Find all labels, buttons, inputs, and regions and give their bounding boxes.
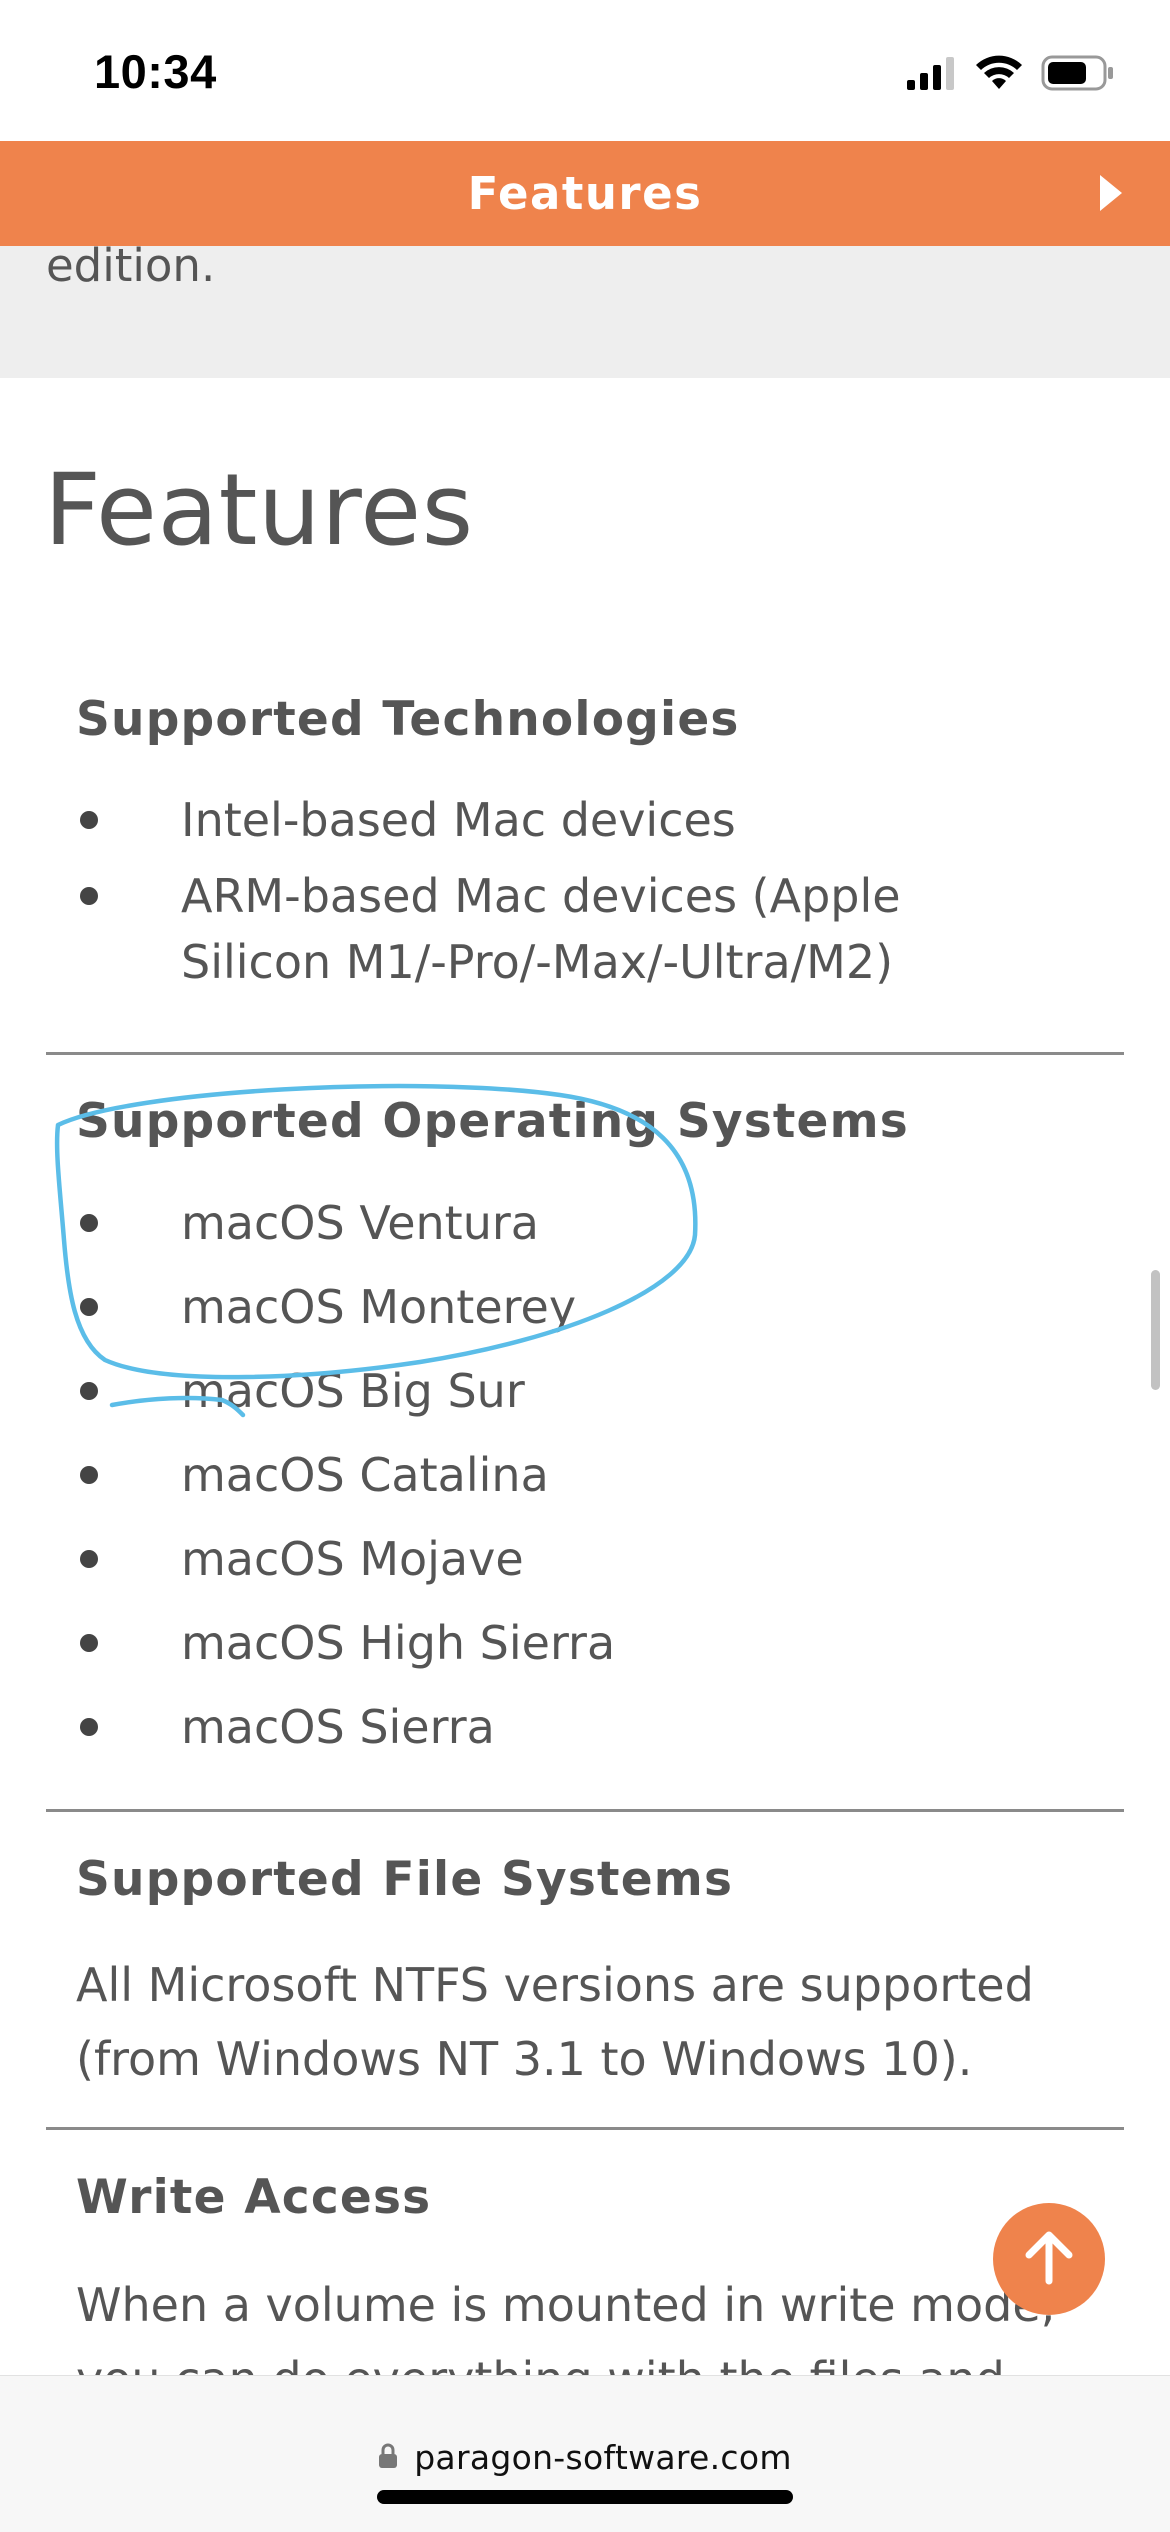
list-item: macOS Monterey xyxy=(76,1274,1076,1340)
bullet-icon xyxy=(80,1550,98,1568)
page: 10:34 Features edition. Features Support… xyxy=(0,0,1170,2532)
bullet-icon xyxy=(80,1214,98,1232)
sticky-header-title: Features xyxy=(467,167,703,220)
section-heading-write-access: Write Access xyxy=(76,2170,432,2225)
home-indicator[interactable] xyxy=(377,2490,793,2504)
list-item: macOS Mojave xyxy=(76,1526,1076,1592)
address-bar-content[interactable]: paragon-software.com xyxy=(0,2438,1170,2477)
arrow-up-icon xyxy=(1017,2225,1081,2293)
section-heading-technologies: Supported Technologies xyxy=(76,692,740,747)
lock-icon xyxy=(378,2443,398,2473)
list-item-text: ARM-based Mac devices (Apple Silicon M1/… xyxy=(181,869,901,989)
section-divider xyxy=(46,1052,1124,1055)
browser-address-bar[interactable]: paragon-software.com xyxy=(0,2375,1170,2532)
list-item: macOS Catalina xyxy=(76,1442,1076,1508)
chevron-right-icon[interactable] xyxy=(1100,175,1122,211)
list-item: ARM-based Mac devices (Apple Silicon M1/… xyxy=(76,863,1061,995)
battery-icon xyxy=(1041,55,1115,95)
list-item-text: Intel-based Mac devices xyxy=(181,793,736,847)
bullet-icon xyxy=(80,811,98,829)
bullet-icon xyxy=(80,1466,98,1484)
status-icons xyxy=(907,52,1115,98)
page-title: Features xyxy=(44,453,474,568)
scroll-to-top-button[interactable] xyxy=(993,2203,1105,2315)
cellular-signal-icon xyxy=(907,56,957,94)
file-systems-text: All Microsoft NTFS versions are supporte… xyxy=(76,1958,1034,2086)
url-text[interactable]: paragon-software.com xyxy=(414,2438,792,2477)
list-item-text: macOS Catalina xyxy=(181,1448,549,1502)
page-scrollbar[interactable] xyxy=(1151,1270,1160,1390)
section-divider xyxy=(46,1809,1124,1812)
list-item-text: macOS Sierra xyxy=(181,1700,495,1754)
list-item-text: macOS Monterey xyxy=(181,1280,577,1334)
previous-section-text: edition. xyxy=(46,239,216,292)
bullet-icon xyxy=(80,1382,98,1400)
list-item-text: macOS High Sierra xyxy=(181,1616,616,1670)
wifi-icon xyxy=(975,55,1023,95)
bullet-icon xyxy=(80,887,98,905)
sticky-section-header[interactable]: Features xyxy=(0,141,1170,246)
list-item-text: macOS Ventura xyxy=(181,1196,539,1250)
list-item: macOS Ventura xyxy=(76,1190,1076,1256)
section-heading-file-systems: Supported File Systems xyxy=(76,1852,734,1907)
status-bar: 10:34 xyxy=(0,0,1170,141)
list-item-text: macOS Big Sur xyxy=(181,1364,525,1418)
section-heading-operating-systems: Supported Operating Systems xyxy=(76,1094,909,1149)
list-item: macOS Big Sur xyxy=(76,1358,1076,1424)
previous-section-band: edition. xyxy=(0,239,1170,378)
section-divider xyxy=(46,2127,1124,2130)
list-item: macOS High Sierra xyxy=(76,1610,1076,1676)
bullet-icon xyxy=(80,1298,98,1316)
status-time: 10:34 xyxy=(94,45,217,98)
list-item-text: macOS Mojave xyxy=(181,1532,524,1586)
operating-systems-list: macOS Ventura macOS Monterey macOS Big S… xyxy=(76,1190,1076,1778)
technologies-list: Intel-based Mac devices ARM-based Mac de… xyxy=(76,787,1076,1013)
list-item: Intel-based Mac devices xyxy=(76,787,1076,853)
bullet-icon xyxy=(80,1718,98,1736)
bullet-icon xyxy=(80,1634,98,1652)
list-item: macOS Sierra xyxy=(76,1694,1076,1760)
